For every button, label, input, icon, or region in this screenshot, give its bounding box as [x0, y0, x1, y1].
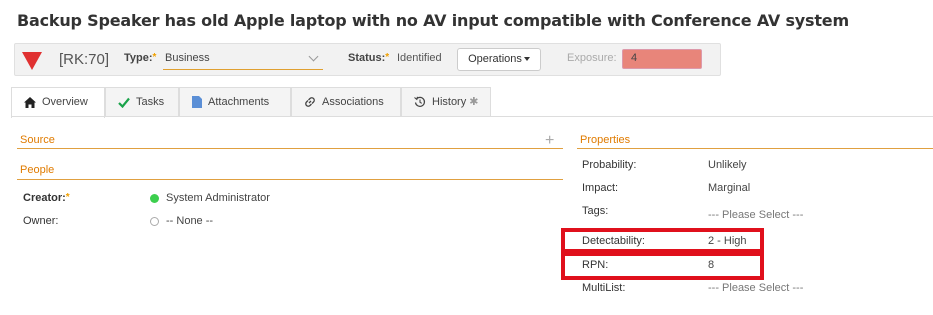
history-icon — [414, 96, 426, 108]
creator-value[interactable]: System Administrator — [166, 192, 270, 204]
operations-dropdown-button[interactable]: Operations — [457, 48, 541, 71]
tab-underline — [11, 116, 933, 117]
type-select[interactable]: Business — [163, 50, 323, 70]
home-icon — [24, 96, 36, 108]
impact-value[interactable]: Marginal — [708, 182, 750, 194]
multilist-select[interactable]: --- Please Select --- — [708, 282, 803, 294]
required-star: * — [385, 52, 390, 63]
caret-down-icon — [523, 57, 530, 62]
type-value: Business — [165, 52, 210, 64]
people-divider — [17, 179, 563, 180]
tab-attachments[interactable]: Attachments — [179, 87, 291, 117]
tab-associations[interactable]: Associations — [291, 87, 401, 117]
probability-value[interactable]: Unlikely — [708, 159, 747, 171]
rpn-highlight-box — [561, 252, 764, 280]
online-status-icon — [150, 194, 159, 203]
exposure-label: Exposure: — [567, 52, 617, 64]
offline-status-icon — [150, 217, 159, 226]
risk-id: [RK:70] — [59, 51, 110, 68]
history-asterisk: ✱ — [469, 96, 479, 108]
creator-label: Creator:* — [23, 192, 70, 204]
page-title: Backup Speaker has old Apple laptop with… — [17, 11, 849, 30]
source-divider — [17, 148, 563, 149]
document-icon — [192, 96, 202, 109]
risk-header-bar: [RK:70] Type:* Business Status:* Identif… — [14, 43, 721, 76]
status-value: Identified — [397, 52, 442, 64]
people-heading: People — [20, 164, 55, 176]
chevron-down-icon — [308, 51, 319, 62]
exposure-value: 4 — [622, 49, 702, 69]
tab-overview[interactable]: Overview — [11, 87, 105, 118]
probability-label: Probability: — [582, 159, 637, 171]
risk-level-triangle-icon — [22, 52, 42, 70]
owner-label: Owner: — [23, 215, 59, 227]
status-label: Status:* — [348, 52, 390, 64]
properties-divider — [577, 148, 933, 149]
source-heading: Source — [20, 134, 55, 146]
tab-tasks[interactable]: Tasks — [105, 87, 179, 117]
type-label: Type:* — [124, 52, 157, 64]
tags-label: Tags: — [582, 205, 609, 217]
owner-value[interactable]: -- None -- — [166, 215, 213, 227]
properties-heading: Properties — [580, 134, 631, 146]
required-star: * — [152, 52, 157, 63]
impact-label: Impact: — [582, 182, 619, 194]
check-icon — [118, 97, 130, 108]
tags-select[interactable]: --- Please Select --- — [708, 209, 803, 221]
tab-history[interactable]: History ✱ — [401, 87, 491, 117]
link-icon — [305, 97, 315, 107]
required-star: * — [65, 192, 70, 203]
multilist-label: MultiList: — [582, 282, 626, 294]
detectability-highlight-box — [561, 228, 764, 253]
